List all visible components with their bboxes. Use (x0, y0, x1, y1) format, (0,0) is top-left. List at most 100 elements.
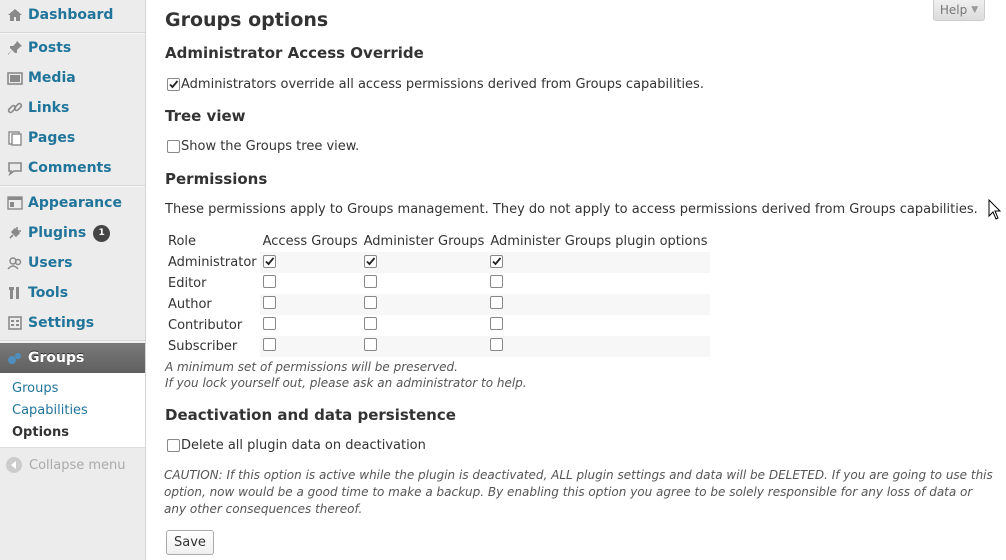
permission-cell (360, 294, 488, 315)
menu-label: Dashboard (28, 7, 114, 23)
submenu-item-groups[interactable]: Groups (12, 381, 58, 396)
link-icon (6, 99, 24, 117)
column-header: Role (168, 234, 197, 249)
column-header: Administer Groups (363, 234, 485, 249)
menu-item-posts[interactable]: Posts (0, 33, 145, 63)
editor-administer-groups-checkbox[interactable] (363, 275, 377, 288)
role-cell: Author (165, 294, 260, 315)
menu-item-dashboard[interactable]: Dashboard (0, 0, 145, 30)
author-access-groups-checkbox[interactable] (262, 296, 276, 309)
dashboard-icon (6, 6, 24, 24)
menu-separator (0, 340, 145, 342)
chevron-down-icon: ▼ (971, 5, 979, 15)
role-cell: Subscriber (165, 336, 260, 357)
subscriber-administer-groups-checkbox[interactable] (363, 338, 377, 351)
subscriber-administer-groups-plugin-options-checkbox[interactable] (490, 338, 504, 351)
table-row: Administrator (165, 252, 711, 273)
table-row: Author (165, 294, 711, 315)
role-cell: Administrator (165, 252, 260, 273)
contributor-administer-groups-checkbox[interactable] (363, 317, 377, 330)
editor-access-groups-checkbox[interactable] (262, 275, 276, 288)
plugin-icon (6, 224, 24, 242)
save-button[interactable]: Save (166, 530, 214, 555)
author-administer-groups-plugin-options-checkbox[interactable] (490, 296, 504, 309)
appearance-icon (6, 194, 24, 212)
permissions-note-lockout: If you lock yourself out, please ask an … (165, 376, 527, 390)
pages-icon (6, 129, 24, 147)
administrator-administer-groups-checkbox[interactable] (363, 254, 377, 268)
menu-item-tools[interactable]: Tools (0, 278, 145, 308)
menu-item-comments[interactable]: Comments (0, 153, 145, 183)
menu-label: Media (28, 70, 76, 86)
pin-icon (6, 39, 24, 57)
menu-item-media[interactable]: Media (0, 63, 145, 93)
admin-override-option[interactable]: Administrators override all access permi… (167, 77, 704, 92)
permission-cell (487, 273, 711, 294)
help-tab-button[interactable]: Help ▼ (933, 0, 985, 21)
menu-item-groups[interactable]: Groups (0, 343, 145, 373)
author-administer-groups-checkbox[interactable] (363, 296, 377, 309)
role-cell: Contributor (165, 315, 260, 336)
tree-view-heading: Tree view (165, 107, 246, 125)
tree-view-label: Show the Groups tree view. (181, 139, 360, 154)
contributor-administer-groups-plugin-options-checkbox[interactable] (490, 317, 504, 330)
menu-label: Appearance (28, 195, 122, 211)
menu-label: Links (28, 100, 70, 116)
admin-override-checkbox[interactable] (167, 78, 180, 91)
groups-icon (6, 349, 24, 367)
permission-cell (259, 315, 361, 336)
role-cell: Editor (165, 273, 260, 294)
menu-separator (0, 185, 145, 187)
submenu-item-options[interactable]: Options (12, 425, 69, 440)
media-icon (6, 69, 24, 87)
menu-item-users[interactable]: Users (0, 248, 145, 278)
permissions-description: These permissions apply to Groups manage… (165, 202, 978, 217)
table-header-row: Role Access Groups Administer Groups Adm… (165, 231, 710, 252)
subscriber-access-groups-checkbox[interactable] (262, 338, 276, 351)
menu-item-pages[interactable]: Pages (0, 123, 145, 153)
admin-override-label: Administrators override all access permi… (181, 77, 704, 92)
table-row: Contributor (165, 315, 711, 336)
permission-cell (487, 294, 711, 315)
tools-icon (6, 284, 24, 302)
menu-item-links[interactable]: Links (0, 93, 145, 123)
table-row: Editor (165, 273, 711, 294)
permission-cell (259, 273, 361, 294)
menu-item-plugins[interactable]: Plugins 1 (0, 218, 145, 248)
permission-cell (360, 273, 488, 294)
mouse-cursor-icon (988, 199, 1002, 220)
menu-label: Users (28, 255, 73, 271)
groups-submenu: Groups Capabilities Options (0, 373, 145, 448)
tree-view-checkbox[interactable] (167, 140, 180, 153)
tree-view-option[interactable]: Show the Groups tree view. (167, 139, 359, 154)
menu-label: Settings (28, 315, 95, 331)
collapse-arrow-icon (6, 457, 22, 473)
users-icon (6, 254, 24, 272)
plugin-update-count-badge: 1 (93, 224, 111, 242)
permissions-table: Role Access Groups Administer Groups Adm… (165, 231, 711, 357)
administrator-administer-groups-plugin-options-checkbox[interactable] (490, 254, 504, 268)
administrator-access-groups-checkbox[interactable] (262, 254, 276, 268)
comment-icon (6, 159, 24, 177)
menu-item-appearance[interactable]: Appearance (0, 188, 145, 218)
menu-label: Tools (28, 285, 69, 301)
permission-cell (259, 336, 361, 357)
collapse-menu-button[interactable]: Collapse menu (6, 457, 126, 473)
delete-data-option[interactable]: Delete all plugin data on deactivation (167, 438, 426, 453)
menu-item-settings[interactable]: Settings (0, 308, 145, 338)
contributor-access-groups-checkbox[interactable] (262, 317, 276, 330)
menu-label: Plugins (28, 225, 87, 241)
caution-text: CAUTION: If this option is active while … (164, 468, 993, 516)
permission-cell (259, 294, 361, 315)
delete-data-checkbox[interactable] (167, 439, 180, 452)
column-header: Access Groups (262, 234, 358, 249)
permission-cell (487, 252, 711, 273)
admin-sidebar: Dashboard Posts Media Links Pages Commen… (0, 0, 146, 560)
admin-override-heading: Administrator Access Override (165, 44, 424, 62)
editor-administer-groups-plugin-options-checkbox[interactable] (490, 275, 504, 288)
submenu-item-capabilities[interactable]: Capabilities (12, 403, 88, 418)
column-header: Administer Groups plugin options (490, 234, 708, 249)
deactivation-heading: Deactivation and data persistence (165, 406, 456, 424)
permission-cell (487, 336, 711, 357)
menu-label: Pages (28, 130, 76, 146)
